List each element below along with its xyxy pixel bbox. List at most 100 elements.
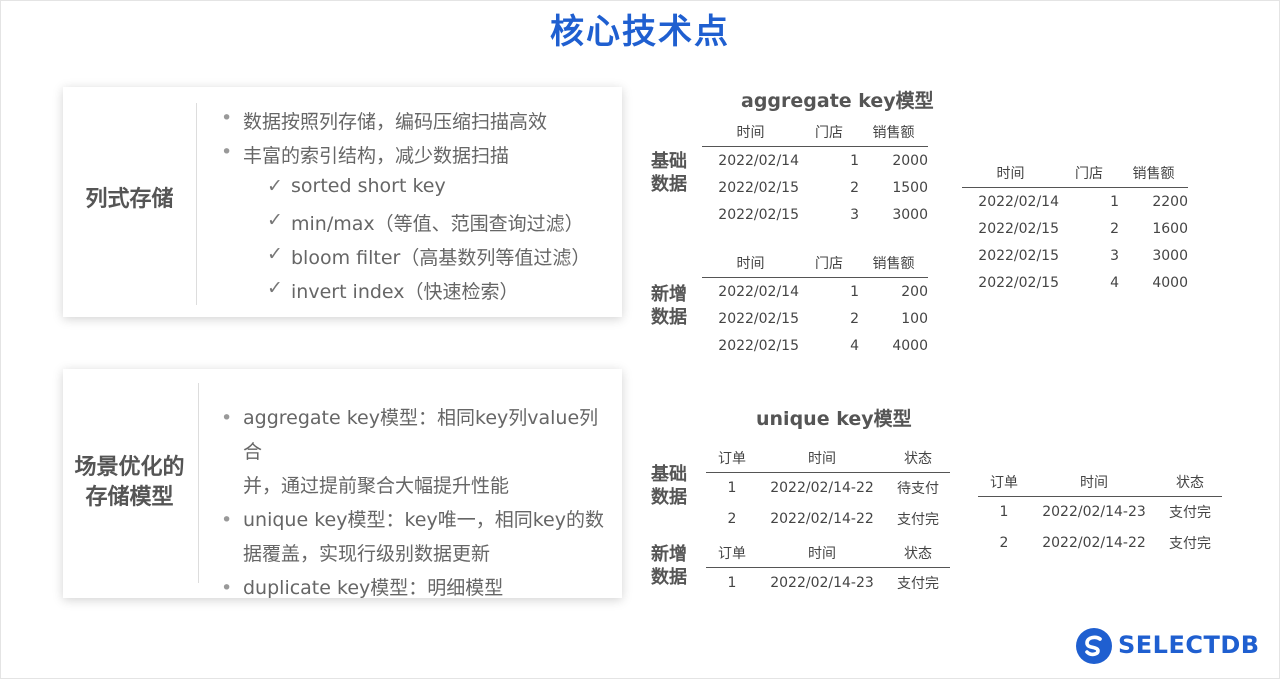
cell-date: 2022/02/15 <box>718 337 799 354</box>
cell-order: 1 <box>727 575 737 592</box>
table-row: 1 2022/02/14-22 待支付 <box>706 473 950 504</box>
side-label-line: 数据 <box>651 174 687 195</box>
column-header: 门店 <box>799 253 859 278</box>
model-text-line1: unique key模型：key唯一，相同key的数 <box>243 509 604 531</box>
table-row: 2022/02/15 2 1600 <box>962 215 1188 242</box>
column-header: 门店 <box>1059 163 1119 188</box>
cell-store: 1 <box>850 152 859 169</box>
side-label-line: 数据 <box>651 307 687 328</box>
index-text: sorted short key <box>291 175 446 197</box>
index-item: invert index（快速检索） <box>243 277 613 311</box>
aggregate-base-table: 时间 门店 销售额 2022/02/14 1 2000 2022/02/15 2 150… <box>702 122 928 228</box>
cell-sales: 2200 <box>1152 193 1188 210</box>
card-divider <box>196 103 197 305</box>
table-row: 1 2022/02/14-23 支付完 <box>706 568 950 599</box>
cell-sales: 4000 <box>892 337 928 354</box>
cell-status: 支付完 <box>897 576 939 593</box>
aggregate-new-table: 时间 门店 销售额 2022/02/14 1 200 2022/02/15 2 100 … <box>702 253 928 359</box>
cell-time: 2022/02/14-23 <box>770 575 874 592</box>
column-header: 时间 <box>702 122 799 147</box>
columnar-storage-card: 列式存储 数据按照列存储，编码压缩扫描高效 丰富的索引结构，减少数据扫描 sor… <box>63 87 622 317</box>
table-row: 2022/02/15 2 100 <box>702 305 928 332</box>
cell-date: 2022/02/14 <box>978 193 1059 210</box>
model-text-line2: 并，通过提前聚合大幅提升性能 <box>243 475 510 497</box>
cell-store: 3 <box>1110 247 1119 264</box>
storage-model-label: 场景优化的 存储模型 <box>63 453 196 513</box>
column-header: 订单 <box>978 472 1030 497</box>
model-text-line2: 据覆盖，实现行级别数据更新 <box>243 543 491 565</box>
storage-model-label-line2: 存储模型 <box>85 485 174 510</box>
aggregate-result-table: 时间 门店 销售额 2022/02/14 1 2200 2022/02/15 2 160… <box>962 163 1188 296</box>
cell-date: 2022/02/15 <box>978 220 1059 237</box>
brand-name: SELECTDB <box>1118 631 1260 659</box>
cell-sales: 1500 <box>892 179 928 196</box>
cell-order: 2 <box>999 535 1009 551</box>
side-label-line: 新增 <box>651 284 687 305</box>
unique-base-label: 基础 数据 <box>651 463 687 509</box>
feature-text: 丰富的索引结构，减少数据扫描 <box>243 145 510 167</box>
table-row: 2022/02/14 1 2200 <box>962 188 1188 216</box>
column-header: 销售额 <box>1119 163 1188 188</box>
cell-date: 2022/02/14 <box>718 152 799 169</box>
cell-status: 支付完 <box>1169 505 1211 522</box>
cell-sales: 200 <box>901 283 928 300</box>
cell-store: 3 <box>850 206 859 223</box>
cell-time: 2022/02/14-22 <box>770 480 874 497</box>
column-header: 时间 <box>1030 472 1158 497</box>
cell-sales: 2000 <box>892 152 928 169</box>
index-text: bloom filter（高基数列等值过滤） <box>291 247 591 269</box>
unique-heading: unique key模型 <box>756 408 912 430</box>
column-header: 门店 <box>799 122 859 147</box>
side-label-line: 数据 <box>651 567 687 588</box>
cell-time: 2022/02/14-22 <box>770 511 874 527</box>
storage-model-label-line1: 场景优化的 <box>74 455 185 480</box>
unique-new-table: 订单 时间 状态 1 2022/02/14-23 支付完 <box>706 543 950 599</box>
column-header: 销售额 <box>859 253 928 278</box>
cell-status: 支付完 <box>1169 536 1211 552</box>
aggregate-heading: aggregate key模型 <box>741 90 934 112</box>
side-label-line: 基础 <box>651 464 687 485</box>
column-header: 状态 <box>886 448 950 473</box>
column-header: 时间 <box>758 543 886 568</box>
cell-time: 2022/02/14-22 <box>1042 535 1146 551</box>
cell-date: 2022/02/14 <box>718 283 799 300</box>
side-label-line: 数据 <box>651 487 687 508</box>
column-header: 时间 <box>702 253 799 278</box>
index-text: min/max（等值、范围查询过滤） <box>291 213 584 235</box>
cell-status: 待支付 <box>897 481 939 498</box>
table-row: 2022/02/14 1 2000 <box>702 147 928 175</box>
aggregate-base-label: 基础 数据 <box>651 150 687 196</box>
unique-result-table: 订单 时间 状态 1 2022/02/14-23 支付完 2 2022/02/14-2… <box>978 472 1222 559</box>
cell-time: 2022/02/14-23 <box>1042 504 1146 521</box>
model-item: unique key模型：key唯一，相同key的数 据覆盖，实现行级别数据更新 <box>221 503 613 571</box>
side-label-line: 基础 <box>651 151 687 172</box>
index-item: min/max（等值、范围查询过滤） <box>243 209 613 243</box>
cell-order: 1 <box>727 480 737 497</box>
cell-order: 2 <box>727 511 737 527</box>
cell-store: 4 <box>850 337 859 354</box>
column-header: 时间 <box>962 163 1059 188</box>
column-header: 销售额 <box>859 122 928 147</box>
cell-order: 1 <box>999 504 1009 521</box>
side-label-line: 新增 <box>651 544 687 565</box>
cell-sales: 4000 <box>1152 274 1188 291</box>
index-item: sorted short key <box>243 175 613 209</box>
cell-sales: 1600 <box>1152 220 1188 237</box>
table-row: 2022/02/15 4 4000 <box>962 269 1188 296</box>
table-row: 2022/02/15 3 3000 <box>962 242 1188 269</box>
column-header: 状态 <box>886 543 950 568</box>
unique-new-label: 新增 数据 <box>651 543 687 589</box>
table-row: 2022/02/14 1 200 <box>702 278 928 306</box>
storage-model-list: aggregate key模型：相同key列value列合 并，通过提前聚合大幅… <box>221 401 613 605</box>
feature-item: 丰富的索引结构，减少数据扫描 <box>221 141 613 175</box>
column-header: 订单 <box>706 448 758 473</box>
cell-store: 2 <box>850 310 859 327</box>
feature-item: 数据按照列存储，编码压缩扫描高效 <box>221 107 613 141</box>
model-item: aggregate key模型：相同key列value列合 并，通过提前聚合大幅… <box>221 401 613 503</box>
unique-base-table: 订单 时间 状态 1 2022/02/14-22 待支付 2 2022/02/14-2… <box>706 448 950 535</box>
cell-date: 2022/02/15 <box>978 247 1059 264</box>
columnar-feature-list: 数据按照列存储，编码压缩扫描高效 丰富的索引结构，减少数据扫描 sorted s… <box>221 107 613 311</box>
selectdb-logo-icon <box>1076 628 1112 664</box>
cell-date: 2022/02/15 <box>718 310 799 327</box>
cell-sales: 3000 <box>892 206 928 223</box>
